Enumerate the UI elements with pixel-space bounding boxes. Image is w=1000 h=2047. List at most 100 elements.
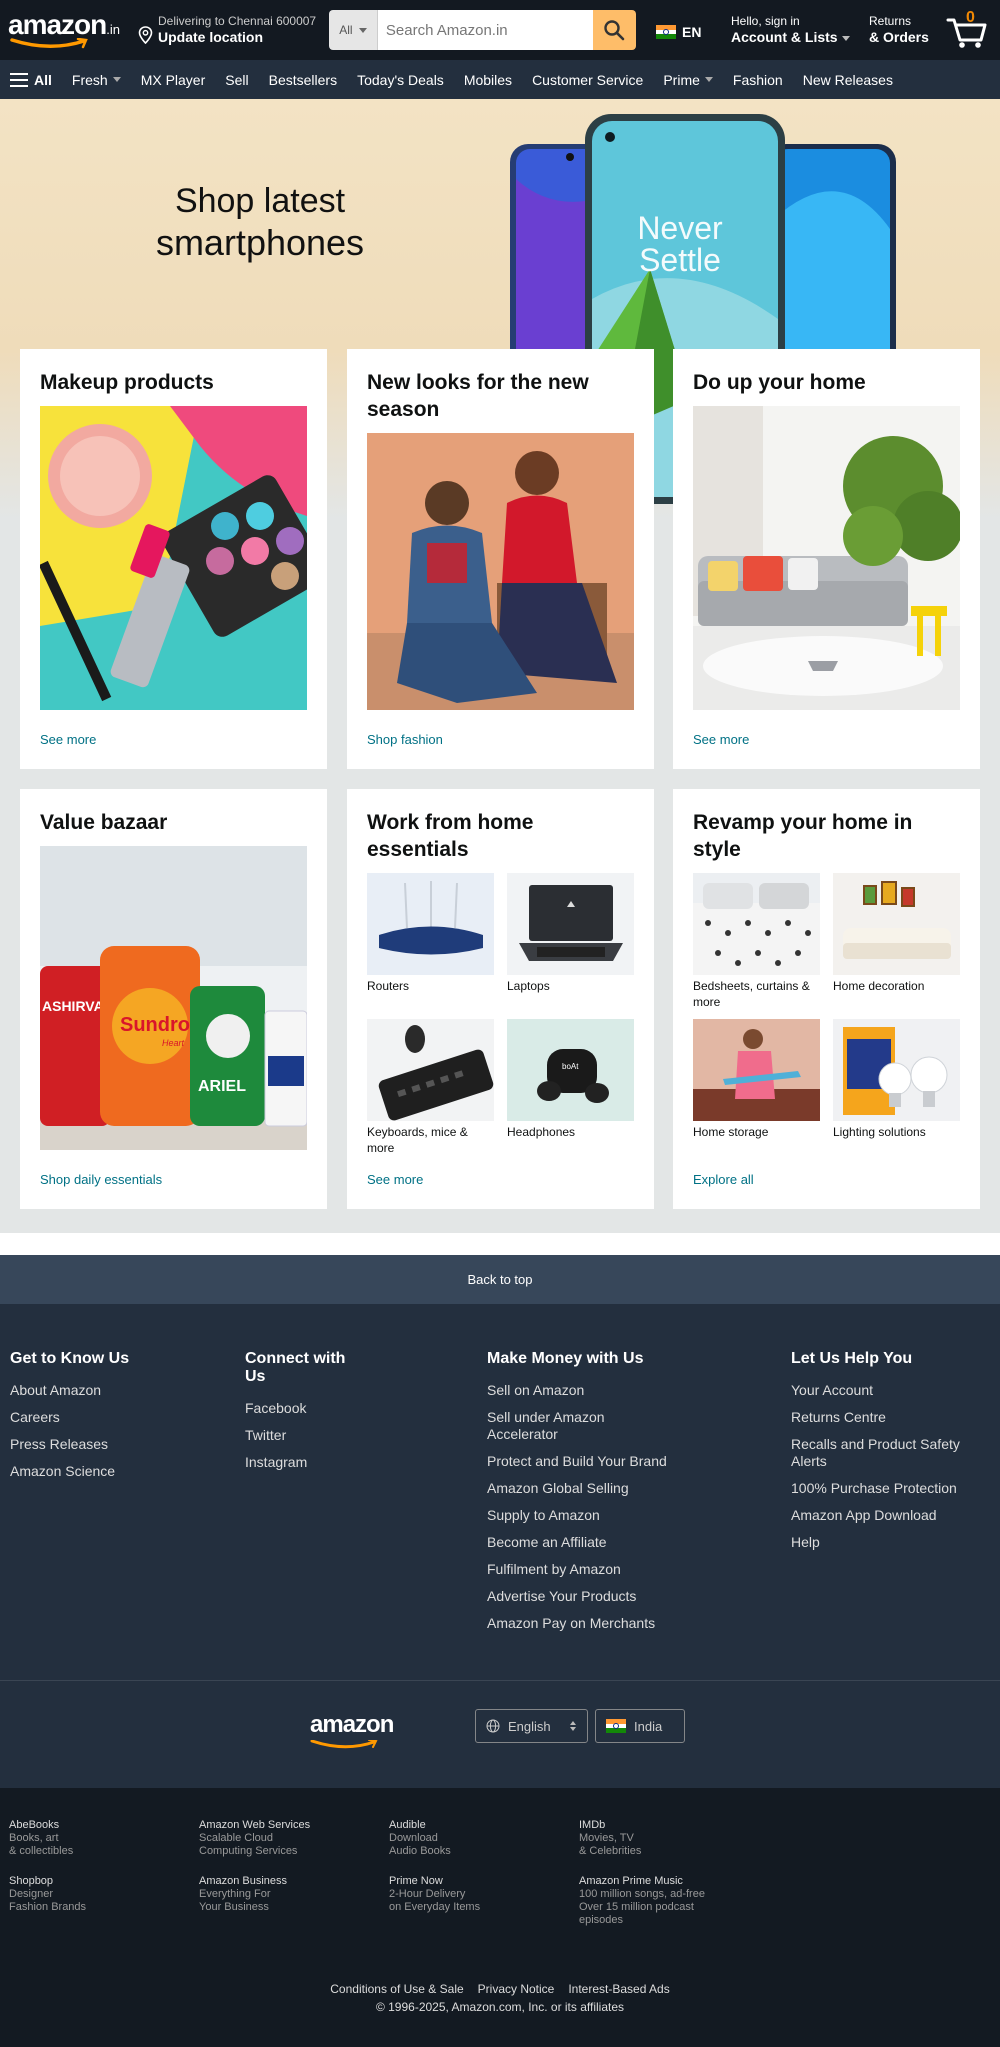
service-aws[interactable]: Amazon Web Services Scalable Cloud Compu… — [199, 1819, 329, 1858]
chevron-down-icon — [704, 77, 713, 82]
service-shopbop[interactable]: Shopbop Designer Fashion Brands — [9, 1875, 139, 1914]
conditions-of-use-link[interactable]: Conditions of Use & Sale — [330, 1982, 463, 1996]
footer-link[interactable]: Amazon Science — [10, 1463, 130, 1480]
grid-item-keyboards[interactable]: Keyboards, mice & more — [367, 1019, 494, 1156]
footer-link[interactable]: Help — [791, 1534, 991, 1551]
nav-item-bestsellers[interactable]: Bestsellers — [259, 72, 347, 88]
grid-item-label: Routers — [367, 979, 410, 993]
grid-item-label: Home decoration — [833, 979, 925, 993]
search-category-dropdown[interactable]: All — [329, 10, 378, 50]
footer-link-facebook[interactable]: Facebook — [245, 1400, 365, 1417]
delivery-location[interactable]: Delivering to Chennai 600007 Update loca… — [138, 14, 318, 46]
nav-item-mobiles[interactable]: Mobiles — [454, 72, 522, 88]
footer-amazon-logo[interactable]: amazon — [310, 1713, 394, 1755]
footer-link[interactable]: Sell on Amazon — [487, 1382, 687, 1399]
footer-link-instagram[interactable]: Instagram — [245, 1454, 365, 1471]
orders-label: & Orders — [869, 29, 929, 45]
footer-link[interactable]: Amazon Global Selling — [487, 1480, 687, 1497]
service-abebooks[interactable]: AbeBooks Books, art & collectibles — [9, 1819, 139, 1858]
grid-item-routers[interactable]: Routers — [367, 873, 494, 994]
chevron-down-icon — [358, 27, 367, 33]
card-link-see-more[interactable]: See more — [40, 732, 96, 747]
value-bazaar-image[interactable]: ASHIRVAAD Sundrop Heart ARIEL — [40, 846, 307, 1150]
home-image[interactable] — [693, 406, 960, 710]
svg-text:Heart: Heart — [162, 1038, 185, 1048]
country-select[interactable]: India — [595, 1709, 685, 1743]
nav-item-todays-deals[interactable]: Today's Deals — [347, 72, 454, 88]
back-to-top-button[interactable]: Back to top — [0, 1255, 1000, 1304]
language-selector[interactable]: EN — [656, 24, 701, 40]
privacy-notice-link[interactable]: Privacy Notice — [478, 1982, 555, 1996]
cart-button[interactable]: 0 — [945, 9, 989, 50]
service-amazon-business[interactable]: Amazon Business Everything For Your Busi… — [199, 1875, 329, 1914]
svg-text:Sundrop: Sundrop — [120, 1014, 202, 1036]
footer-link[interactable]: Advertise Your Products — [487, 1588, 687, 1605]
globe-icon — [486, 1719, 500, 1733]
grid-item-label: Home storage — [693, 1125, 769, 1139]
nav-item-mx-player[interactable]: MX Player — [131, 72, 216, 88]
account-label: Account & Lists — [731, 28, 850, 46]
footer-locale-bar: amazon English India — [0, 1681, 1000, 1788]
grid-item-bedsheets[interactable]: Bedsheets, curtains & more — [693, 873, 820, 1010]
footer-link[interactable]: Become an Affiliate — [487, 1534, 687, 1551]
service-prime-music[interactable]: Amazon Prime Music 100 million songs, ad… — [579, 1875, 709, 1927]
footer-link[interactable]: Careers — [10, 1409, 130, 1426]
account-lists-menu[interactable]: Hello, sign in Account & Lists — [731, 14, 850, 46]
service-audible[interactable]: Audible Download Audio Books — [389, 1819, 519, 1858]
footer-link[interactable]: Recalls and Product Safety Alerts — [791, 1436, 971, 1470]
card-link-see-more[interactable]: See more — [367, 1172, 423, 1187]
service-prime-now[interactable]: Prime Now 2-Hour Delivery on Everyday It… — [389, 1875, 519, 1914]
grid-item-lighting[interactable]: Lighting solutions — [833, 1019, 960, 1140]
card-home: Do up your home See more — [673, 349, 980, 769]
search-bar: All — [329, 10, 636, 50]
card-makeup: Makeup products See more — [20, 349, 327, 769]
grid-item-home-storage[interactable]: Home storage — [693, 1019, 820, 1140]
footer-link[interactable]: About Amazon — [10, 1382, 130, 1399]
service-imdb[interactable]: IMDb Movies, TV & Celebrities — [579, 1819, 709, 1858]
footer-column-title: Make Money with Us — [487, 1350, 644, 1367]
card-link-shop-daily-essentials[interactable]: Shop daily essentials — [40, 1172, 162, 1187]
all-menu-button[interactable]: All — [0, 72, 62, 88]
nav-item-fashion[interactable]: Fashion — [723, 72, 793, 88]
nav-item-new-releases[interactable]: New Releases — [793, 72, 903, 88]
language-select[interactable]: English — [475, 1709, 588, 1743]
footer-link[interactable]: 100% Purchase Protection — [791, 1480, 991, 1497]
footer-column-help: Let Us Help You Your Account Returns Cen… — [791, 1350, 991, 1561]
all-menu-label: All — [34, 71, 52, 88]
nav-item-prime[interactable]: Prime — [653, 72, 723, 88]
footer-link-twitter[interactable]: Twitter — [245, 1427, 365, 1444]
nav-item-customer-service[interactable]: Customer Service — [522, 72, 653, 88]
search-input[interactable] — [377, 10, 593, 50]
fashion-image[interactable] — [367, 433, 634, 737]
card-link-see-more[interactable]: See more — [693, 732, 749, 747]
card-new-looks: New looks for the new season Shop fashio… — [347, 349, 654, 769]
search-button[interactable] — [592, 10, 636, 50]
grid-item-headphones[interactable]: boAt Headphones — [507, 1019, 634, 1140]
returns-orders-link[interactable]: Returns & Orders — [869, 14, 929, 46]
footer-link[interactable]: Protect and Build Your Brand — [487, 1453, 687, 1470]
footer-link[interactable]: Amazon App Download — [791, 1507, 991, 1524]
interest-based-ads-link[interactable]: Interest-Based Ads — [568, 1982, 669, 1996]
grid-item-home-decoration[interactable]: Home decoration — [833, 873, 960, 994]
nav-item-fresh[interactable]: Fresh — [62, 72, 131, 88]
footer-link[interactable]: Press Releases — [10, 1436, 130, 1453]
language-select-value: English — [508, 1718, 551, 1734]
card-link-explore-all[interactable]: Explore all — [693, 1172, 754, 1187]
footer-link[interactable]: Amazon Pay on Merchants — [487, 1615, 687, 1632]
footer-link[interactable]: Fulfilment by Amazon — [487, 1561, 687, 1578]
footer-services: AbeBooks Books, art & collectibles Amazo… — [0, 1788, 1000, 2047]
amazon-logo[interactable]: amazon.in — [8, 11, 124, 50]
footer-link[interactable]: Returns Centre — [791, 1409, 991, 1426]
footer-link[interactable]: Supply to Amazon — [487, 1507, 687, 1524]
nav-item-sell[interactable]: Sell — [215, 72, 258, 88]
lighting-image — [833, 1019, 960, 1121]
footer-link[interactable]: Sell under Amazon Accelerator — [487, 1409, 637, 1443]
search-category-label: All — [339, 23, 353, 37]
card-link-shop-fashion[interactable]: Shop fashion — [367, 732, 443, 747]
laptop-image — [507, 873, 634, 975]
makeup-image[interactable] — [40, 406, 307, 710]
card-work-from-home: Work from home essentials Routers Laptop… — [347, 789, 654, 1209]
grid-item-laptops[interactable]: Laptops — [507, 873, 634, 994]
footer-link[interactable]: Your Account — [791, 1382, 991, 1399]
card-title: Makeup products — [40, 371, 214, 394]
